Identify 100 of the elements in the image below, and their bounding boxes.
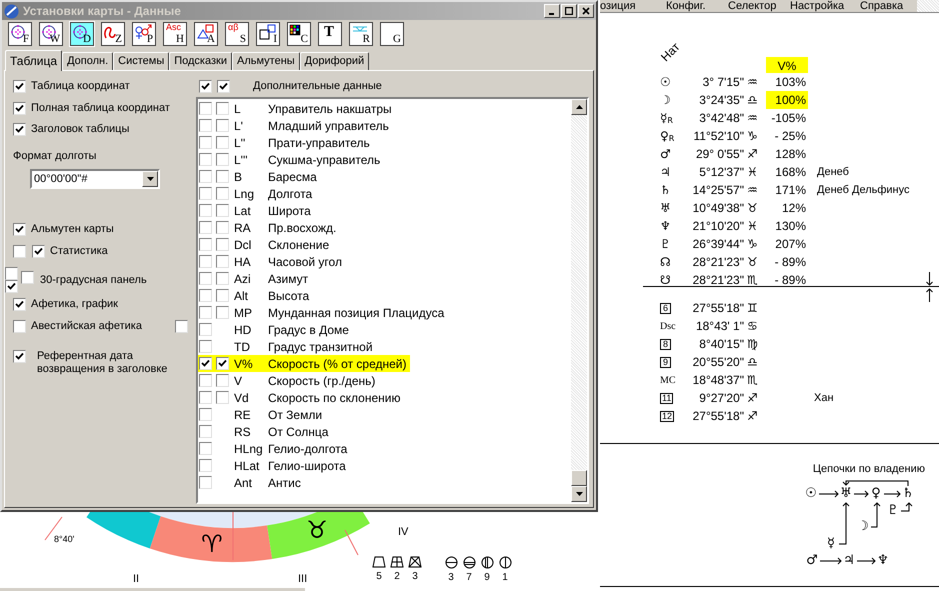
checkbox[interactable] <box>199 255 212 268</box>
list-row[interactable]: TD Градус транзитной <box>198 338 377 355</box>
checkbox[interactable] <box>216 221 229 234</box>
list-row[interactable]: Vd Скорость по склонению <box>198 389 404 406</box>
maximize-button[interactable] <box>561 4 577 18</box>
toolbar-button[interactable]: R <box>349 22 373 46</box>
checkbox[interactable] <box>217 80 230 92</box>
checkbox[interactable] <box>13 80 26 93</box>
list-row[interactable]: V% Скорость (% от средней) <box>198 355 410 372</box>
checkbox[interactable] <box>21 270 34 284</box>
tab[interactable]: Дополн. <box>62 52 114 70</box>
checkbox[interactable] <box>199 289 212 302</box>
checkbox[interactable] <box>199 170 212 183</box>
checkbox[interactable] <box>5 267 18 280</box>
checkbox[interactable] <box>199 408 212 421</box>
list-row[interactable]: HD Градус в Доме <box>198 321 353 338</box>
checkbox[interactable] <box>199 187 212 200</box>
checkbox[interactable] <box>5 280 18 293</box>
menu-item[interactable]: Конфиг. <box>666 1 728 12</box>
checkbox[interactable] <box>216 187 229 200</box>
checkbox[interactable] <box>32 244 45 258</box>
checkbox[interactable] <box>216 289 229 302</box>
tab[interactable]: Подсказки <box>169 52 232 70</box>
checkbox[interactable] <box>199 119 212 132</box>
menu-item[interactable]: Справка <box>860 1 916 12</box>
list-row[interactable]: Alt Высота <box>198 287 314 304</box>
checkbox[interactable] <box>216 374 229 387</box>
list-row[interactable]: Azi Азимут <box>198 270 312 287</box>
checkbox[interactable] <box>199 442 212 455</box>
checkbox[interactable] <box>199 306 212 319</box>
checkbox[interactable] <box>199 357 212 370</box>
checkbox[interactable] <box>13 320 26 332</box>
list-row[interactable]: B Баресма <box>198 168 321 185</box>
checkbox[interactable] <box>199 204 212 217</box>
checkbox[interactable] <box>199 102 212 115</box>
checkbox[interactable] <box>13 298 26 311</box>
toolbar-button[interactable]: I <box>256 22 280 46</box>
list-row[interactable]: Dcl Склонение <box>198 236 334 253</box>
toolbar-button[interactable]: A <box>194 22 218 46</box>
list-row[interactable]: L'' Прати-управитель <box>198 134 374 151</box>
toolbar-button[interactable]: P <box>132 22 156 46</box>
checkbox[interactable] <box>216 170 229 183</box>
toolbar-button[interactable]: T <box>318 22 342 46</box>
close-button[interactable] <box>578 4 594 18</box>
toolbar-button[interactable]: C <box>287 22 311 46</box>
list-row[interactable]: L' Младший управитель <box>198 117 393 134</box>
checkbox[interactable] <box>216 153 229 166</box>
checkbox[interactable] <box>199 238 212 251</box>
list-row[interactable]: RS От Солнца <box>198 423 332 440</box>
tab[interactable]: Дорифорий <box>300 52 370 70</box>
checkbox[interactable] <box>175 320 188 332</box>
list-row[interactable]: L Управитель накшатры <box>198 100 396 117</box>
checkbox[interactable] <box>216 255 229 268</box>
tab[interactable]: Системы <box>113 52 170 70</box>
list-row[interactable]: RE От Земли <box>198 406 326 423</box>
toolbar-button[interactable]: Asc H <box>163 22 187 46</box>
tab[interactable]: Таблица <box>5 50 62 71</box>
list-row[interactable]: V Скорость (гр./день) <box>198 372 380 389</box>
checkbox[interactable] <box>199 459 212 472</box>
checkbox[interactable] <box>199 374 212 387</box>
checkbox[interactable] <box>199 153 212 166</box>
scrollbar[interactable] <box>571 99 587 502</box>
list-row[interactable]: L''' Сукшма-управитель <box>198 151 384 168</box>
checkbox[interactable] <box>13 244 26 258</box>
checkbox[interactable] <box>199 340 212 353</box>
checkbox[interactable] <box>216 204 229 217</box>
checkbox[interactable] <box>216 136 229 149</box>
checkbox[interactable] <box>199 136 212 149</box>
toolbar-button[interactable]: G <box>380 22 404 46</box>
checkbox[interactable] <box>216 119 229 132</box>
format-dropdown[interactable]: 00°00'00''# <box>30 169 160 189</box>
checkbox[interactable] <box>199 323 212 336</box>
menu-item[interactable]: озиция <box>600 1 666 12</box>
checkbox[interactable] <box>216 391 229 404</box>
checkbox[interactable] <box>199 272 212 285</box>
list-row[interactable]: Lng Долгота <box>198 185 316 202</box>
checkbox[interactable] <box>199 391 212 404</box>
menu-item[interactable]: Настройка <box>790 1 860 12</box>
checkbox[interactable] <box>199 80 212 92</box>
checkbox[interactable] <box>216 272 229 285</box>
list-row[interactable]: Lat Широта <box>198 202 315 219</box>
list-row[interactable]: HLat Гелио-широта <box>198 457 350 474</box>
scroll-down-button[interactable] <box>571 486 587 502</box>
scroll-thumb[interactable] <box>571 470 587 486</box>
menu-item[interactable]: Селектор <box>728 1 790 12</box>
list-row[interactable]: Ant Антис <box>198 474 305 491</box>
toolbar-button[interactable]: Z <box>101 22 125 46</box>
checkbox[interactable] <box>199 425 212 438</box>
toolbar-button[interactable]: D <box>70 22 94 46</box>
toolbar-button[interactable]: W <box>39 22 63 46</box>
toolbar-button[interactable]: αβ S <box>225 22 249 46</box>
checkbox[interactable] <box>13 102 26 114</box>
list-row[interactable]: HA Часовой угол <box>198 253 346 270</box>
checkbox[interactable] <box>13 350 26 363</box>
checkbox[interactable] <box>216 306 229 319</box>
checkbox[interactable] <box>216 357 229 370</box>
list-row[interactable]: HLng Гелио-долгота <box>198 440 352 457</box>
checkbox[interactable] <box>216 102 229 115</box>
checkbox[interactable] <box>199 476 212 489</box>
checkbox[interactable] <box>199 221 212 234</box>
